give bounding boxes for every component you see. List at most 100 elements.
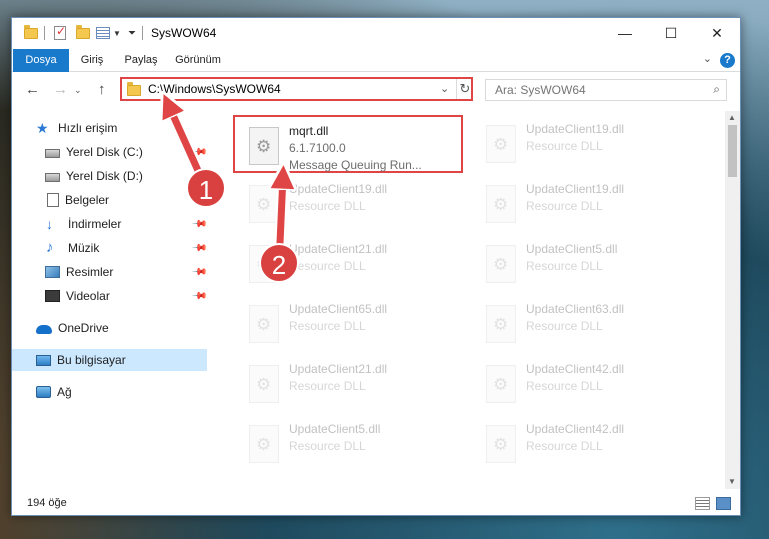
sidebar-item-this-pc[interactable]: Bu bilgisayar: [12, 349, 207, 371]
forward-arrow-icon[interactable]: →: [53, 81, 68, 98]
step-1-badge: 1: [186, 168, 226, 208]
file-description: Resource DLL: [526, 139, 603, 153]
file-item[interactable]: UpdateClient19.dll Resource DLL: [235, 175, 465, 233]
file-name: UpdateClient21.dll: [289, 362, 388, 376]
pictures-icon: [45, 266, 60, 278]
file-item[interactable]: UpdateClient5.dll Resource DLL: [472, 235, 702, 293]
star-icon: ★: [36, 120, 49, 136]
file-version: 6.1.7100.0: [289, 141, 346, 155]
new-folder-icon[interactable]: [76, 24, 90, 41]
dll-file-icon: [249, 365, 279, 403]
sidebar-item-network[interactable]: Ağ: [12, 381, 207, 403]
file-item[interactable]: UpdateClient63.dll Resource DLL: [472, 295, 702, 353]
item-count: 194 öğe: [27, 497, 67, 509]
file-description: Resource DLL: [289, 379, 366, 393]
dll-file-icon: [486, 125, 516, 163]
file-list: mqrt.dll 6.1.7100.0 Message Queuing Run.…: [220, 111, 725, 489]
tab-home[interactable]: Giriş: [72, 49, 112, 72]
file-item[interactable]: UpdateClient5.dll Resource DLL: [235, 415, 465, 473]
close-button[interactable]: ✕: [694, 18, 740, 48]
search-input[interactable]: [495, 82, 695, 98]
scroll-up-arrow-icon[interactable]: ▲: [728, 113, 736, 122]
navigation-pane: ★ Hızlı erişim Yerel Disk (C:) 📌 Yerel D…: [12, 111, 208, 491]
step-2-badge: 2: [259, 243, 299, 283]
up-arrow-icon[interactable]: ↑: [98, 81, 106, 98]
dll-file-icon: [486, 305, 516, 343]
file-item-mqrt[interactable]: mqrt.dll 6.1.7100.0 Message Queuing Run.…: [233, 115, 463, 173]
scrollbar-thumb[interactable]: [728, 125, 737, 177]
tab-share[interactable]: Paylaş: [116, 49, 166, 72]
sidebar-item-documents[interactable]: Belgeler 📌: [12, 189, 208, 211]
file-explorer-window: ▼ ⏷ SysWOW64 — ☐ ✕ Dosya Giriş Paylaş Gö…: [11, 17, 741, 516]
address-bar[interactable]: C:\Windows\SysWOW64 ⌄ ↻: [120, 77, 473, 101]
file-item[interactable]: UpdateClient65.dll Resource DLL: [235, 295, 465, 353]
minimize-button[interactable]: —: [602, 18, 648, 48]
scroll-down-arrow-icon[interactable]: ▼: [728, 477, 736, 486]
sidebar-item-pictures[interactable]: Resimler 📌: [12, 261, 208, 283]
file-description: Resource DLL: [526, 319, 603, 333]
search-box[interactable]: ⌕: [485, 79, 727, 101]
file-description: Resource DLL: [526, 199, 603, 213]
tab-view[interactable]: Görünüm: [168, 49, 228, 72]
expand-ribbon-chevron-icon[interactable]: ⌄: [703, 52, 712, 65]
pin-icon: 📌: [190, 287, 208, 305]
sidebar-item-downloads[interactable]: ↓ İndirmeler 📌: [12, 213, 208, 235]
dll-file-icon: [486, 185, 516, 223]
dll-file-icon: [249, 305, 279, 343]
file-name: UpdateClient5.dll: [289, 422, 381, 436]
file-description: Resource DLL: [289, 439, 366, 453]
pin-icon: 📌: [190, 143, 208, 161]
maximize-button[interactable]: ☐: [648, 18, 694, 48]
sidebar-item-music[interactable]: ♪ Müzik 📌: [12, 237, 208, 259]
address-dropdown-icon[interactable]: ⌄: [440, 82, 449, 95]
quick-access-toolbar-chevron-icon[interactable]: ⏷: [128, 25, 136, 41]
pin-icon: 📌: [190, 239, 208, 257]
refresh-icon[interactable]: ↻: [456, 79, 473, 99]
tab-file[interactable]: Dosya: [13, 49, 69, 72]
drive-icon: [45, 173, 60, 182]
file-item[interactable]: UpdateClient19.dll Resource DLL: [472, 115, 702, 173]
file-name: UpdateClient63.dll: [526, 302, 625, 316]
pin-icon: 📌: [190, 215, 208, 233]
sidebar-item-local-disk-c[interactable]: Yerel Disk (C:) 📌: [12, 141, 208, 163]
this-pc-icon: [36, 354, 51, 366]
file-name: UpdateClient19.dll: [289, 182, 388, 196]
sidebar-item-quick-access[interactable]: ★ Hızlı erişim: [12, 117, 207, 139]
file-description: Resource DLL: [526, 379, 603, 393]
help-icon[interactable]: ?: [720, 53, 735, 68]
recent-locations-chevron-icon[interactable]: ⌄: [74, 85, 82, 96]
title-bar: ▼ ⏷ SysWOW64 — ☐ ✕: [12, 18, 740, 49]
large-icons-view-icon[interactable]: [716, 497, 731, 510]
vertical-scrollbar[interactable]: ▲ ▼: [725, 111, 740, 489]
file-name: mqrt.dll: [289, 124, 329, 138]
sidebar-item-onedrive[interactable]: OneDrive: [12, 317, 207, 339]
dll-file-icon: [249, 425, 279, 463]
file-item[interactable]: UpdateClient19.dll Resource DLL: [472, 175, 702, 233]
file-name: UpdateClient42.dll: [526, 422, 625, 436]
videos-icon: [45, 290, 60, 302]
file-description: Resource DLL: [526, 259, 603, 273]
back-arrow-icon[interactable]: ←: [25, 81, 40, 98]
file-item[interactable]: UpdateClient42.dll Resource DLL: [472, 415, 702, 473]
file-item[interactable]: UpdateClient21.dll Resource DLL: [235, 355, 465, 413]
file-description: Resource DLL: [289, 199, 366, 213]
file-name: UpdateClient5.dll: [526, 242, 618, 256]
view-options-icon[interactable]: [96, 25, 110, 41]
documents-icon: [47, 193, 59, 207]
dll-file-icon: [249, 185, 279, 223]
customize-toolbar-dropdown-icon[interactable]: ▼: [113, 25, 121, 41]
file-name: UpdateClient42.dll: [526, 362, 625, 376]
details-view-icon[interactable]: [695, 497, 710, 510]
file-name: UpdateClient65.dll: [289, 302, 388, 316]
quick-access-folder-icon[interactable]: [24, 24, 38, 41]
file-description: Resource DLL: [526, 439, 603, 453]
file-item[interactable]: UpdateClient42.dll Resource DLL: [472, 355, 702, 413]
drive-icon: [45, 149, 60, 158]
address-path[interactable]: C:\Windows\SysWOW64: [148, 82, 281, 96]
title-separator: [142, 25, 143, 41]
sidebar-item-local-disk-d[interactable]: Yerel Disk (D:) 📌: [12, 165, 208, 187]
downloads-icon: ↓: [46, 216, 53, 232]
music-icon: ♪: [46, 239, 54, 256]
properties-icon[interactable]: [54, 24, 66, 41]
sidebar-item-videos[interactable]: Videolar 📌: [12, 285, 208, 307]
